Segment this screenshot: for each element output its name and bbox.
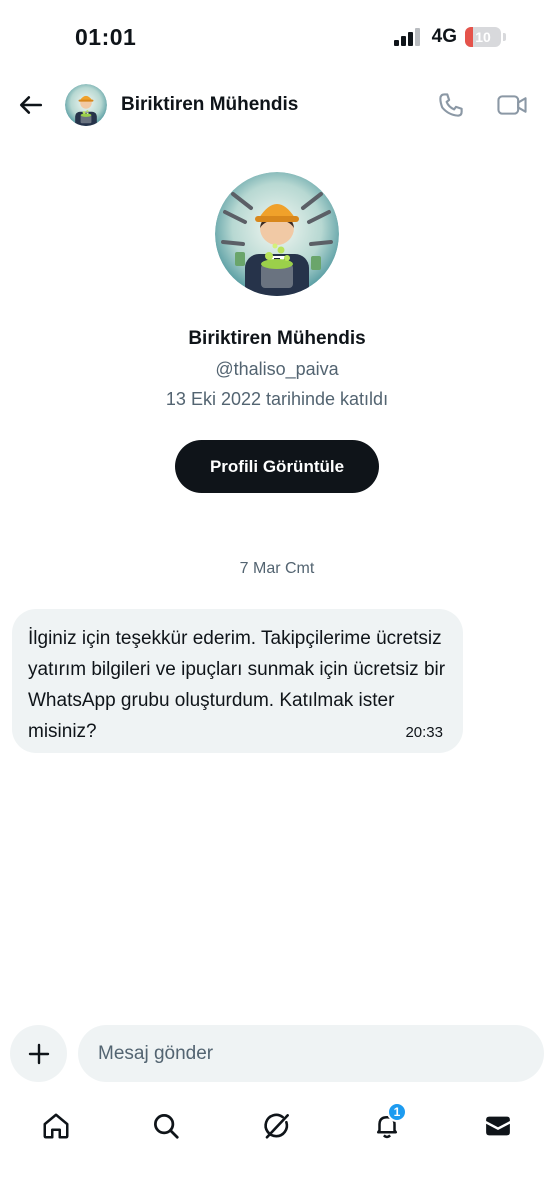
- call-button[interactable]: [436, 90, 466, 120]
- battery-cap: [503, 33, 506, 41]
- status-indicators: 4G 10: [393, 26, 506, 48]
- engineer-avatar-image: [65, 84, 107, 126]
- video-camera-icon: [497, 95, 527, 115]
- nav-search[interactable]: [146, 1106, 186, 1146]
- status-bar: 01:01 4G 10: [0, 0, 554, 76]
- profile-name: Biriktiren Mühendis: [188, 328, 366, 349]
- nav-home[interactable]: [36, 1106, 76, 1146]
- back-button[interactable]: [16, 90, 46, 120]
- message-timestamp: 20:33: [405, 724, 443, 741]
- message-bubble[interactable]: İlginiz için teşekkür ederim. Takipçiler…: [12, 609, 463, 753]
- status-time: 01:01: [75, 24, 137, 50]
- nav-grok[interactable]: [257, 1106, 297, 1146]
- envelope-icon: [486, 1116, 510, 1136]
- message-text: İlginiz için teşekkür ederim. Takipçiler…: [28, 628, 446, 742]
- message-input[interactable]: [78, 1025, 544, 1082]
- conversation-header: Biriktiren Mühendis: [0, 80, 554, 130]
- video-call-button[interactable]: [496, 90, 530, 120]
- message-composer: [0, 1024, 554, 1084]
- network-type: 4G: [431, 26, 457, 47]
- avatar[interactable]: [65, 84, 107, 126]
- arrow-left-icon: [19, 96, 43, 114]
- phone-icon: [439, 93, 463, 117]
- grok-icon: [264, 1113, 289, 1139]
- date-separator: 7 Mar Cmt: [239, 560, 315, 577]
- battery-fill: [465, 27, 473, 47]
- view-profile-button[interactable]: Profili Görüntüle: [175, 440, 379, 493]
- engineer-avatar-image: [215, 172, 339, 296]
- home-icon: [43, 1113, 69, 1139]
- header-title[interactable]: Biriktiren Mühendis: [121, 94, 298, 116]
- nav-notifications[interactable]: 1: [367, 1102, 407, 1146]
- profile-card: Biriktiren Mühendis @thaliso_paiva 13 Ek…: [0, 172, 554, 493]
- notification-badge: 1: [387, 1102, 407, 1122]
- bottom-navigation: 1: [0, 1096, 554, 1156]
- search-icon: [154, 1114, 179, 1139]
- profile-avatar[interactable]: [215, 172, 339, 296]
- add-attachment-button[interactable]: [10, 1025, 67, 1082]
- profile-joined-date: 13 Eki 2022 tarihinde katıldı: [165, 389, 389, 409]
- signal-icon: [393, 28, 420, 46]
- nav-messages[interactable]: [478, 1106, 518, 1146]
- plus-icon: [28, 1043, 49, 1064]
- profile-handle: @thaliso_paiva: [215, 359, 339, 379]
- battery-level: 10: [475, 29, 491, 45]
- battery-icon: 10: [465, 27, 501, 47]
